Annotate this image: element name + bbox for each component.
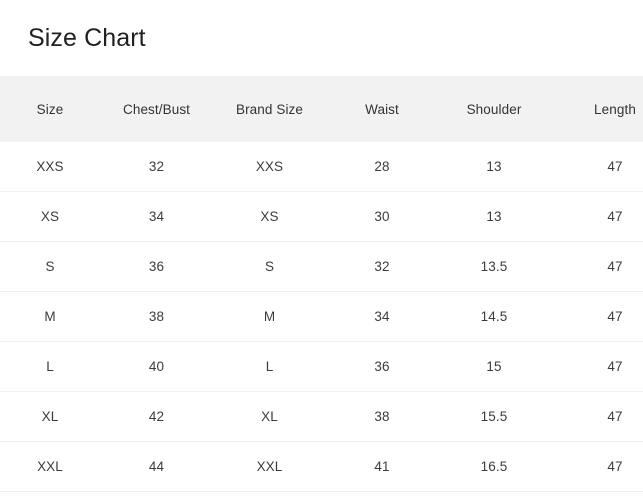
cell-chest-bust: 44 [148,459,165,474]
column-header-size: Size [36,101,64,117]
cell-length: 47 [607,309,623,324]
cell-brand-size: XS [260,209,279,224]
cell-size: M [44,309,56,324]
cell-brand-size: S [264,259,275,274]
table-row: L 40 L 36 15 47 [0,341,643,392]
cell-length: 47 [607,259,623,274]
cell-waist: 30 [374,209,390,224]
cell-shoulder: 16.5 [480,459,508,474]
cell-shoulder: 15.5 [480,409,508,424]
cell-size: S [45,259,55,274]
cell-shoulder: 13 [486,209,502,224]
cell-length: 47 [607,359,623,374]
cell-brand-size: XXL [256,459,283,474]
cell-chest-bust: 34 [148,209,165,224]
page-title: Size Chart [28,24,146,52]
table-row: S 36 S 32 13.5 47 [0,241,643,292]
size-table-body: XXS 32 XXS 28 13 47 XS 34 XS 30 13 47 S [0,142,643,492]
cell-chest-bust: 38 [148,309,165,324]
size-chart-panel: Size Chart Size Chest/Bust Brand Size Wa… [0,0,643,504]
cell-waist: 36 [374,359,390,374]
cell-length: 47 [607,209,623,224]
cell-waist: 32 [374,259,390,274]
column-header-chest-bust: Chest/Bust [122,101,191,117]
column-header-shoulder: Shoulder [466,101,522,117]
size-table: Size Chest/Bust Brand Size Waist Shoulde… [0,76,643,492]
table-row: M 38 M 34 14.5 47 [0,291,643,342]
cell-size: XS [40,209,60,224]
table-row: XL 42 XL 38 15.5 47 [0,391,643,442]
cell-waist: 41 [374,459,390,474]
cell-size: XL [41,409,59,424]
cell-waist: 38 [374,409,390,424]
size-table-head: Size Chest/Bust Brand Size Waist Shoulde… [0,76,643,142]
cell-shoulder: 15 [486,359,502,374]
column-header-length: Length [594,101,636,117]
table-row: XS 34 XS 30 13 47 [0,191,643,242]
cell-shoulder: 14.5 [480,309,508,324]
cell-length: 47 [607,459,623,474]
cell-length: 47 [607,409,623,424]
size-table-viewport: Size Chest/Bust Brand Size Waist Shoulde… [0,76,643,492]
cell-brand-size: M [263,309,276,324]
cell-length: 47 [607,159,623,174]
cell-size: L [46,359,54,374]
cell-brand-size: XXS [255,159,284,174]
cell-shoulder: 13.5 [480,259,508,274]
cell-chest-bust: 40 [148,359,165,374]
cell-size: XXL [37,459,63,474]
table-row: XXS 32 XXS 28 13 47 [0,142,643,192]
cell-chest-bust: 42 [148,409,165,424]
column-header-brand-size: Brand Size [235,101,304,117]
column-header-waist: Waist [365,101,399,117]
cell-shoulder: 13 [486,159,502,174]
cell-waist: 28 [374,159,390,174]
table-row: XXL 44 XXL 41 16.5 47 [0,441,643,492]
cell-chest-bust: 36 [148,259,165,274]
cell-brand-size: XL [261,409,278,424]
cell-size: XXS [36,159,64,174]
cell-chest-bust: 32 [148,159,165,174]
cell-brand-size: L [265,359,274,374]
cell-waist: 34 [374,309,390,324]
table-header-row: Size Chest/Bust Brand Size Waist Shoulde… [0,76,643,142]
